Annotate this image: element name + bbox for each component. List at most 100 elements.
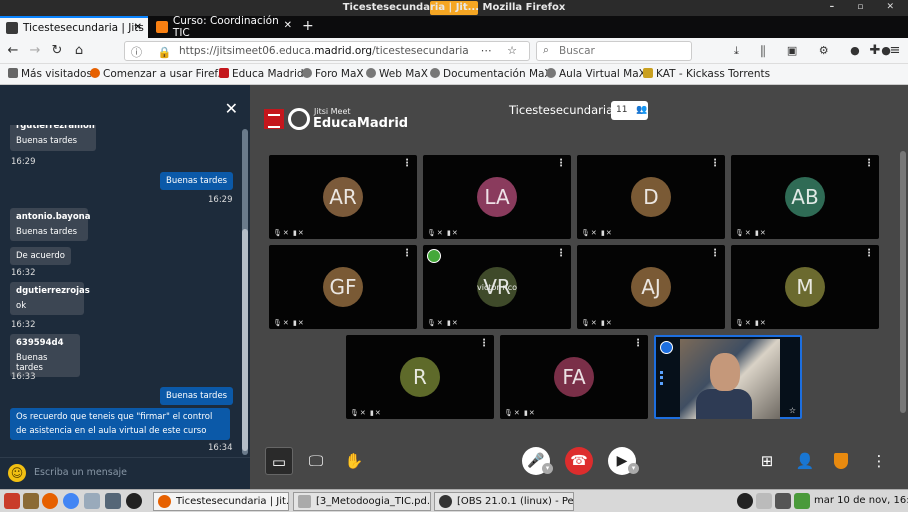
chat-message: antonio.bayona Buenas tardes: [10, 208, 90, 241]
bookmark-mas-visitados[interactable]: Más visitados: [8, 68, 92, 80]
close-chat-icon[interactable]: ✕: [225, 99, 238, 118]
app-icon[interactable]: [84, 493, 100, 509]
reload-button[interactable]: ↻: [48, 42, 66, 60]
home-button[interactable]: ⌂: [70, 42, 88, 60]
participant-tile-speaking[interactable]: VR victor rico ⋮ 🎙✕ ▮✕: [423, 245, 571, 329]
participant-name: victor rico: [476, 283, 518, 292]
globe-icon: [430, 68, 440, 78]
tab-jitsi[interactable]: Ticestesecundaria | Jits ✕: [0, 16, 148, 38]
search-input[interactable]: ⌕ Buscar: [536, 41, 692, 61]
globe-icon: [302, 68, 312, 78]
participant-tile[interactable]: GF ⋮ 🎙✕ ▮✕: [269, 245, 417, 329]
menu-icon[interactable]: ≡: [886, 42, 904, 60]
more-actions-button[interactable]: ⋮: [865, 447, 893, 475]
more-options-icon[interactable]: ⋮: [556, 158, 566, 169]
tray-icon[interactable]: [737, 493, 753, 509]
screen-share-button[interactable]: 🖵: [302, 447, 330, 475]
search-icon: ⌕: [543, 44, 549, 56]
bookmark-web-max[interactable]: Web MaX: [366, 68, 428, 80]
search-placeholder: Buscar: [559, 45, 595, 57]
hangup-button[interactable]: ☎: [565, 447, 593, 475]
participant-tile[interactable]: M ⋮ 🎙✕ ▮✕: [731, 245, 879, 329]
participant-tile[interactable]: AR ⋮ 🎙✕ ▮✕: [269, 155, 417, 239]
start-menu-icon[interactable]: [4, 493, 20, 509]
more-options-icon[interactable]: ⋮: [633, 338, 643, 349]
bookmark-kat[interactable]: KAT - Kickass Torrents: [643, 68, 770, 80]
globe-icon: [366, 68, 376, 78]
tab-curso[interactable]: Curso: Coordinación TIC ✕: [150, 15, 298, 39]
more-options-icon[interactable]: ⋮: [479, 338, 489, 349]
more-options-icon[interactable]: ⋮: [864, 248, 874, 259]
tile-scrollbar[interactable]: [900, 151, 906, 413]
chat-message: rgutierrezramon Buenas tardes: [10, 125, 96, 151]
close-tab-icon[interactable]: ✕: [284, 20, 292, 31]
raise-hand-button[interactable]: ✋: [340, 447, 368, 475]
url-bar[interactable]: ⓘ 🔒 https://jitsimeet06.educa.madrid.org…: [124, 41, 530, 61]
participant-tile[interactable]: LA ⋮ 🎙✕ ▮✕: [423, 155, 571, 239]
bookmark-educa-madrid[interactable]: Educa Madrid: [219, 68, 304, 80]
chevron-down-icon[interactable]: ▾: [628, 463, 639, 474]
avatar: AJ: [631, 267, 671, 307]
tab-label: Curso: Coordinación TIC: [172, 15, 279, 39]
window-controls[interactable]: – ▫ ✕: [830, 2, 904, 12]
tile-view-button[interactable]: ⊞: [753, 447, 781, 475]
more-options-icon[interactable]: ⋮: [710, 248, 720, 259]
more-options-icon[interactable]: ⋮: [402, 158, 412, 169]
avatar: R: [400, 357, 440, 397]
drag-handle-icon[interactable]: [660, 371, 663, 385]
bookmark-comenzar[interactable]: Comenzar a usar Firef...: [90, 68, 227, 80]
participant-tile[interactable]: FA ⋮ 🎙✕ ▮✕: [500, 335, 648, 419]
page-actions-icon[interactable]: ⋯ ☆: [481, 44, 523, 57]
bookmark-foro-max[interactable]: Foro MaX: [302, 68, 364, 80]
chat-scrollbar[interactable]: [242, 129, 248, 455]
invite-people-button[interactable]: 👤: [791, 447, 819, 475]
system-clock[interactable]: mar 10 de nov, 16:39: [814, 495, 908, 506]
avatar: AB: [785, 177, 825, 217]
bookmark-aula-virtual-max[interactable]: Aula Virtual MaX: [546, 68, 646, 80]
participant-count[interactable]: 11 👥: [611, 101, 648, 120]
participant-tile[interactable]: R ⋮ 🎙✕ ▮✕: [346, 335, 494, 419]
participant-tile[interactable]: D ⋮ 🎙✕ ▮✕: [577, 155, 725, 239]
taskbar-task-obs[interactable]: [OBS 21.0.1 (linux) - Pe...: [434, 492, 574, 511]
security-shield-icon[interactable]: [834, 453, 848, 469]
chat-toggle-button[interactable]: ▭: [265, 447, 293, 475]
local-video-tile[interactable]: ☆: [654, 335, 802, 419]
emoji-icon[interactable]: ☺: [8, 464, 26, 482]
more-options-icon[interactable]: ⋮: [402, 248, 412, 259]
new-tab-button[interactable]: +: [302, 18, 314, 34]
files-icon[interactable]: [23, 493, 39, 509]
brand-name: EducaMadrid: [313, 116, 409, 131]
site-info-icon[interactable]: ⓘ 🔒: [131, 44, 177, 60]
more-options-icon[interactable]: ⋮: [556, 248, 566, 259]
tray-icon[interactable]: [775, 493, 791, 509]
chat-input-placeholder: Escriba un mensaje: [34, 467, 128, 478]
firefox-icon[interactable]: [42, 493, 58, 509]
more-options-icon[interactable]: ⋮: [864, 158, 874, 169]
muted-icon: 🎙✕ ▮✕: [427, 319, 459, 327]
person-face: [710, 353, 740, 391]
participant-tile[interactable]: AJ ⋮ 🎙✕ ▮✕: [577, 245, 725, 329]
chevron-down-icon[interactable]: ▾: [542, 463, 553, 474]
chrome-icon[interactable]: [63, 493, 79, 509]
chat-scrollbar-thumb[interactable]: [242, 229, 248, 451]
participant-tile[interactable]: AB ⋮ 🎙✕ ▮✕: [731, 155, 879, 239]
taskbar-task-firefox[interactable]: Ticestesecundaria | Jit...: [153, 492, 289, 511]
brand-small: Jitsi Meet: [314, 107, 351, 116]
tray-icon[interactable]: [756, 493, 772, 509]
app-icon[interactable]: [105, 493, 121, 509]
chat-message: De acuerdo: [10, 247, 71, 265]
chat-input[interactable]: ☺ Escriba un mensaje: [0, 457, 250, 489]
tray-icon[interactable]: [794, 493, 810, 509]
taskbar-task-pdf[interactable]: [3_Metodoogia_TIC.pd...: [293, 492, 431, 511]
forward-button[interactable]: →: [26, 42, 44, 60]
more-options-icon[interactable]: ⋮: [710, 158, 720, 169]
url-text: https://jitsimeet06.educa.madrid.org/tic…: [179, 45, 469, 57]
chat-message-own: Buenas tardes: [160, 172, 234, 190]
back-button[interactable]: ←: [4, 42, 22, 60]
close-tab-icon[interactable]: ✕: [134, 22, 142, 33]
bookmarks-bar: Más visitados Comenzar a usar Firef... E…: [0, 64, 908, 85]
bookmark-documentacion-max[interactable]: Documentación MaX: [430, 68, 552, 80]
chat-message: 639594d4 Buenas tardes: [10, 334, 80, 377]
obs-icon[interactable]: [126, 493, 142, 509]
extensions-icon[interactable]: ✚: [866, 42, 884, 60]
